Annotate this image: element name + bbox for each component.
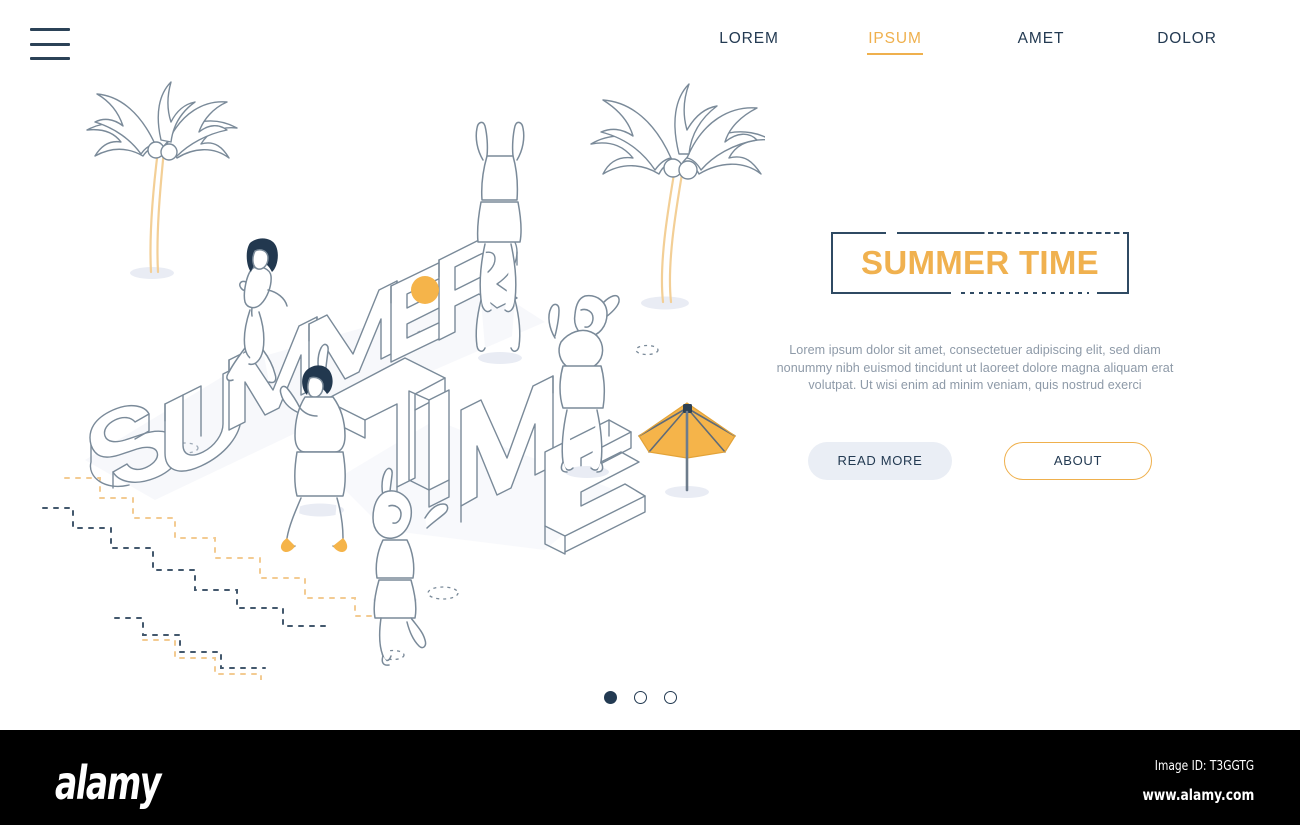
watermark-image-id: Image ID: T3GGTG xyxy=(1154,759,1254,774)
palm-tree-left xyxy=(86,81,238,279)
carousel-dot-3[interactable] xyxy=(664,691,677,704)
frame-border-top-segment-2 xyxy=(897,232,979,234)
decorative-dashed-waves xyxy=(42,477,401,703)
page-title: SUMMER TIME xyxy=(861,244,1099,281)
landing-page: LOREM IPSUM AMET DOLOR .ln { fill:none; … xyxy=(0,0,1300,825)
title-decorative-frame: SUMMER TIME xyxy=(831,232,1129,294)
frame-border-bottom-segment xyxy=(831,292,951,294)
beach-umbrella xyxy=(638,402,736,498)
nav-item-amet[interactable]: AMET xyxy=(968,30,1114,55)
frame-border-bottom-tip xyxy=(1097,292,1129,294)
main-navigation: LOREM IPSUM AMET DOLOR xyxy=(676,30,1260,55)
beach-ball xyxy=(411,276,439,304)
nav-item-lorem[interactable]: LOREM xyxy=(676,30,822,55)
alamy-logo: alamy xyxy=(55,756,161,810)
read-more-button[interactable]: READ MORE xyxy=(808,441,952,480)
palm-tree-right xyxy=(590,83,772,310)
beach-scene-svg: .ln { fill:none; stroke:#7a8a99; stroke-… xyxy=(42,81,772,703)
frame-border-bottom-dotted xyxy=(961,292,1089,294)
carousel-dot-2[interactable] xyxy=(634,691,647,704)
watermark-url: www.alamy.com xyxy=(1142,786,1254,804)
about-button[interactable]: ABOUT xyxy=(1004,441,1152,480)
frame-border-top-segment-1 xyxy=(831,232,886,234)
cta-button-row: READ MORE ABOUT xyxy=(760,441,1200,480)
hero-content-panel: SUMMER TIME Lorem ipsum dolor sit amet, … xyxy=(760,232,1200,480)
hamburger-bar-1 xyxy=(30,28,70,31)
nav-item-dolor[interactable]: DOLOR xyxy=(1114,30,1260,55)
hamburger-bar-2 xyxy=(30,42,70,46)
stock-watermark-bar: alamy Image ID: T3GGTG www.alamy.com xyxy=(0,730,1300,825)
hero-body-text: Lorem ipsum dolor sit amet, consectetuer… xyxy=(776,343,1174,392)
nav-item-ipsum[interactable]: IPSUM xyxy=(822,30,968,55)
carousel-pagination xyxy=(604,691,677,704)
frame-border-top-dashed xyxy=(979,232,1129,234)
hamburger-menu-icon[interactable] xyxy=(30,28,70,60)
hero-illustration: .ln { fill:none; stroke:#7a8a99; stroke-… xyxy=(25,60,772,703)
carousel-dot-1[interactable] xyxy=(604,691,617,704)
